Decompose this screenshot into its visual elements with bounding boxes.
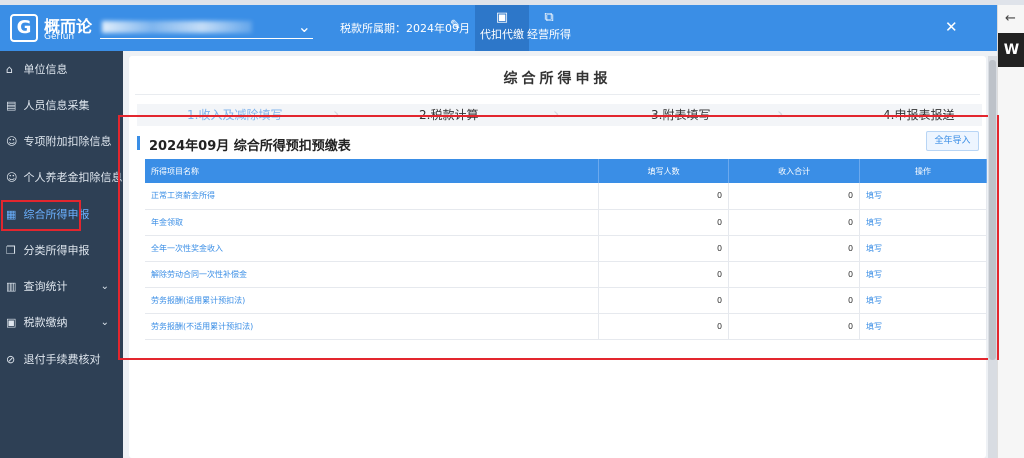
nav-business-income-label: 经营所得 — [527, 28, 571, 41]
company-name-blurred — [102, 21, 252, 33]
sidebar-item-pension[interactable]: ☺ 个人养老金扣除信息采集 — [0, 160, 123, 196]
sidebar-item-label: 分类所得申报 — [23, 244, 90, 257]
sidebar-item-label: 个人养老金扣除信息采集 — [23, 171, 124, 184]
sidebar-item-label: 单位信息 — [23, 63, 68, 76]
fullscreen-icon[interactable]: ✕ — [945, 18, 958, 36]
active-item-highlight — [1, 200, 81, 231]
user-icon: ☺ — [6, 135, 18, 148]
wallet-icon: ▣ — [6, 316, 17, 329]
sidebar-item-classified-income[interactable]: ❐ 分类所得申报 — [0, 233, 123, 269]
nav-withholding[interactable]: ▣ 代扣代缴 — [475, 5, 529, 51]
page-title: 综合所得申报 — [503, 71, 612, 87]
app-header: G 概而论 Gerlun ⌄ 税款所属期：2024年09月 ✎ ▣ 代扣代缴 ⧉… — [0, 5, 997, 51]
user-icon: ☺ — [6, 171, 18, 184]
sidebar-item-personnel[interactable]: ▤ 人员信息采集 — [0, 88, 123, 124]
chevron-down-icon: ⌄ — [100, 317, 109, 328]
annotation-highlight-box — [118, 115, 999, 360]
id-card-icon: ▤ — [6, 99, 17, 112]
sidebar: ⌂ 单位信息 ▤ 人员信息采集 ☺ 专项附加扣除信息 ☺ 个人养老金扣除信息采集… — [0, 51, 123, 458]
sidebar-item-label: 退付手续费核对 — [23, 353, 101, 366]
sidebar-item-tax-payment[interactable]: ▣ 税款缴纳 ⌄ — [0, 305, 123, 341]
divider — [135, 94, 980, 95]
scrollbar[interactable] — [988, 56, 997, 458]
sidebar-item-refund-fee[interactable]: ⊘ 退付手续费核对 — [0, 342, 123, 378]
chevron-down-icon: ⌄ — [100, 281, 109, 292]
home-icon: ⌂ — [6, 63, 13, 76]
back-arrow-icon[interactable]: ← — [1005, 11, 1016, 26]
refund-icon: ⊘ — [6, 353, 16, 366]
browser-side-panel: ← W — [997, 5, 1024, 458]
brand-sub: Gerlun — [44, 32, 75, 42]
wordpress-icon[interactable]: W — [998, 33, 1024, 67]
sidebar-item-label: 人员信息采集 — [23, 99, 90, 112]
sidebar-item-label: 查询统计 — [23, 280, 68, 293]
chart-icon: ▥ — [6, 280, 17, 293]
sidebar-item-label: 专项附加扣除信息 — [23, 135, 112, 148]
nav-business-income[interactable]: ⧉ 经营所得 — [522, 5, 576, 51]
logo-mark: G — [10, 14, 38, 42]
sidebar-item-unit-info[interactable]: ⌂ 单位信息 — [0, 52, 123, 88]
chevron-down-icon: ⌄ — [297, 17, 311, 36]
briefcase-icon: ▣ — [495, 10, 509, 25]
nav-withholding-label: 代扣代缴 — [480, 28, 524, 41]
company-selector[interactable]: ⌄ — [100, 17, 313, 39]
sidebar-item-label: 税款缴纳 — [23, 316, 68, 329]
copy-icon: ❐ — [6, 244, 16, 257]
scrollbar-thumb[interactable] — [989, 60, 996, 360]
sidebar-item-special-deduction[interactable]: ☺ 专项附加扣除信息 — [0, 124, 123, 160]
sidebar-item-query-stats[interactable]: ▥ 查询统计 ⌄ — [0, 269, 123, 305]
chart-icon: ⧉ — [544, 10, 554, 25]
edit-icon[interactable]: ✎ — [450, 18, 461, 33]
